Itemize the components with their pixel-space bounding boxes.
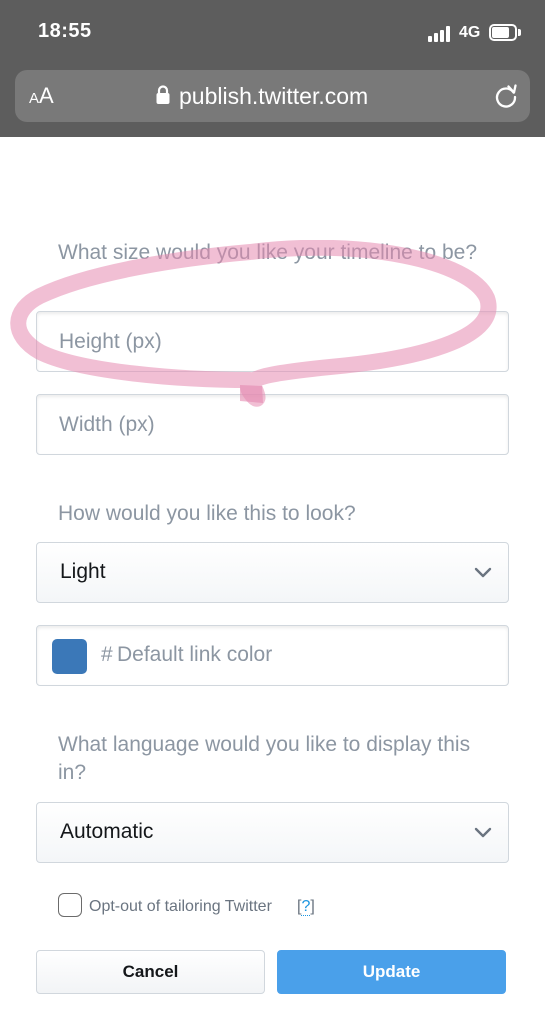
opt-out-checkbox[interactable] <box>58 893 82 917</box>
lock-icon <box>156 85 170 104</box>
link-color-swatch[interactable] <box>52 639 87 674</box>
width-input[interactable] <box>37 395 508 454</box>
size-question: What size would you like your timeline t… <box>58 241 478 264</box>
chevron-down-icon <box>474 567 492 578</box>
url-text[interactable]: publish.twitter.com <box>179 81 368 111</box>
opt-out-help-link[interactable]: [?] <box>297 898 315 916</box>
cancel-button[interactable]: Cancel <box>36 950 265 994</box>
language-select[interactable]: Automatic <box>36 802 509 863</box>
height-input[interactable] <box>37 312 508 371</box>
reload-icon[interactable] <box>493 83 519 109</box>
language-question: What language would you like to display … <box>58 733 471 784</box>
status-time: 18:55 <box>38 20 92 42</box>
width-field[interactable] <box>36 394 509 455</box>
height-field[interactable] <box>36 311 509 372</box>
theme-select[interactable]: Light <box>36 542 509 603</box>
language-select-value: Automatic <box>60 820 154 843</box>
chevron-down-icon <box>474 827 492 838</box>
link-color-input[interactable]: Default link color <box>117 643 272 667</box>
network-type: 4G <box>459 24 481 41</box>
look-question: How would you like this to look? <box>58 502 356 525</box>
link-color-field[interactable]: # Default link color <box>36 625 509 686</box>
reader-text-size-button[interactable]: AA <box>29 83 54 109</box>
link-color-hash: # <box>101 643 113 666</box>
browser-chrome: 18:55 4G AA publish.twitter.com <box>0 0 545 137</box>
update-button[interactable]: Update <box>277 950 506 994</box>
address-bar[interactable]: AA publish.twitter.com <box>15 70 530 122</box>
opt-out-label[interactable]: Opt-out of tailoring Twitter <box>89 898 272 916</box>
battery-icon <box>489 24 521 41</box>
theme-select-value: Light <box>60 560 106 583</box>
cellular-signal-icon <box>428 26 454 42</box>
